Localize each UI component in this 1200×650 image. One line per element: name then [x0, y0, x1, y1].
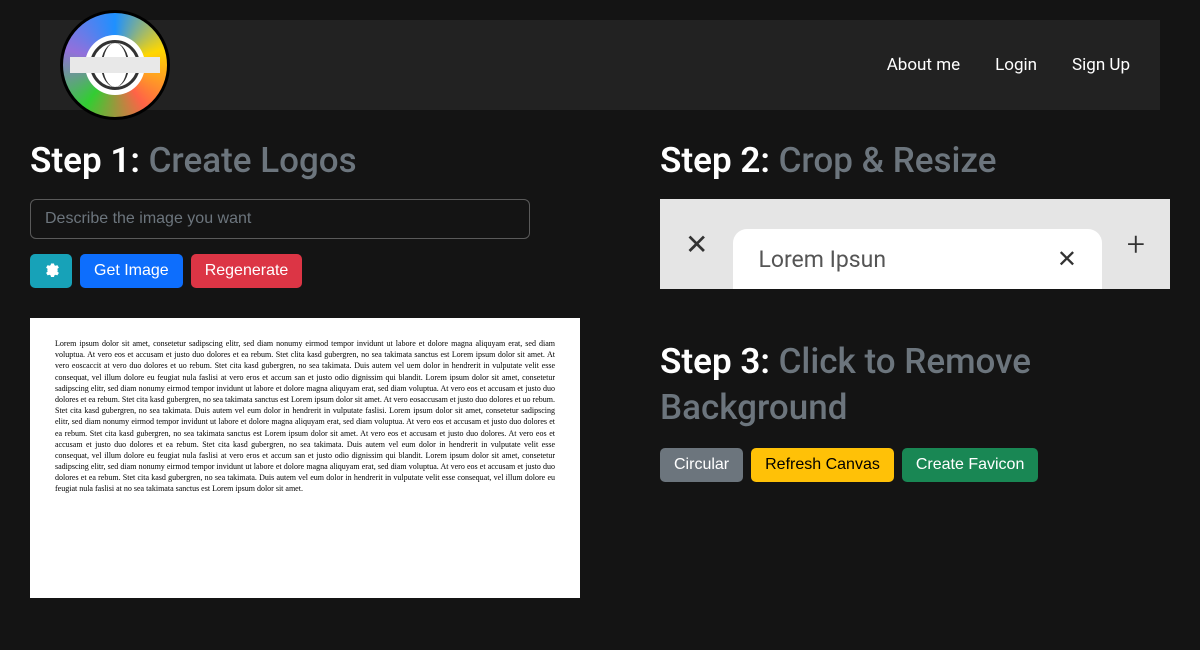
- refresh-canvas-button[interactable]: Refresh Canvas: [751, 448, 894, 482]
- settings-button[interactable]: [30, 254, 72, 288]
- step3-buttons: Circular Refresh Canvas Create Favicon: [660, 448, 1170, 482]
- nav-login[interactable]: Login: [995, 55, 1037, 75]
- step2-title: Crop & Resize: [779, 140, 997, 181]
- nav-links: About me Login Sign Up: [887, 55, 1130, 75]
- brand-logo[interactable]: [60, 10, 170, 120]
- preview-image: Lorem ipsum dolor sit amet, consetetur s…: [30, 318, 580, 598]
- step2-heading: Step 2: Crop & Resize: [660, 140, 1170, 181]
- prompt-input[interactable]: [30, 199, 530, 239]
- gear-icon: [42, 262, 60, 280]
- browser-tabs: ✕ Lorem Ipsun ✕ +: [660, 199, 1170, 289]
- step2-label: Step 2:: [660, 140, 770, 181]
- get-image-button[interactable]: Get Image: [80, 254, 183, 288]
- step1-heading: Step 1: Create Logos: [30, 140, 580, 181]
- nav-about[interactable]: About me: [887, 55, 960, 75]
- close-icon[interactable]: ✕: [660, 228, 733, 261]
- active-tab[interactable]: Lorem Ipsun ✕: [733, 229, 1101, 289]
- tab-close-icon[interactable]: ✕: [1057, 245, 1077, 273]
- create-favicon-button[interactable]: Create Favicon: [902, 448, 1039, 482]
- regenerate-button[interactable]: Regenerate: [191, 254, 303, 288]
- step3-label: Step 3:: [660, 341, 770, 382]
- step3-heading: Step 3: Click to Remove Background: [660, 339, 1170, 430]
- preview-lorem-text: Lorem ipsum dolor sit amet, consetetur s…: [55, 338, 555, 495]
- tab-title: Lorem Ipsun: [758, 246, 886, 273]
- step1-label: Step 1:: [30, 140, 140, 181]
- nav-signup[interactable]: Sign Up: [1072, 55, 1130, 75]
- circular-button[interactable]: Circular: [660, 448, 743, 482]
- navbar: About me Login Sign Up: [40, 20, 1160, 110]
- step1-title: Create Logos: [149, 140, 357, 181]
- new-tab-icon[interactable]: +: [1102, 225, 1170, 263]
- step1-buttons: Get Image Regenerate: [30, 254, 580, 288]
